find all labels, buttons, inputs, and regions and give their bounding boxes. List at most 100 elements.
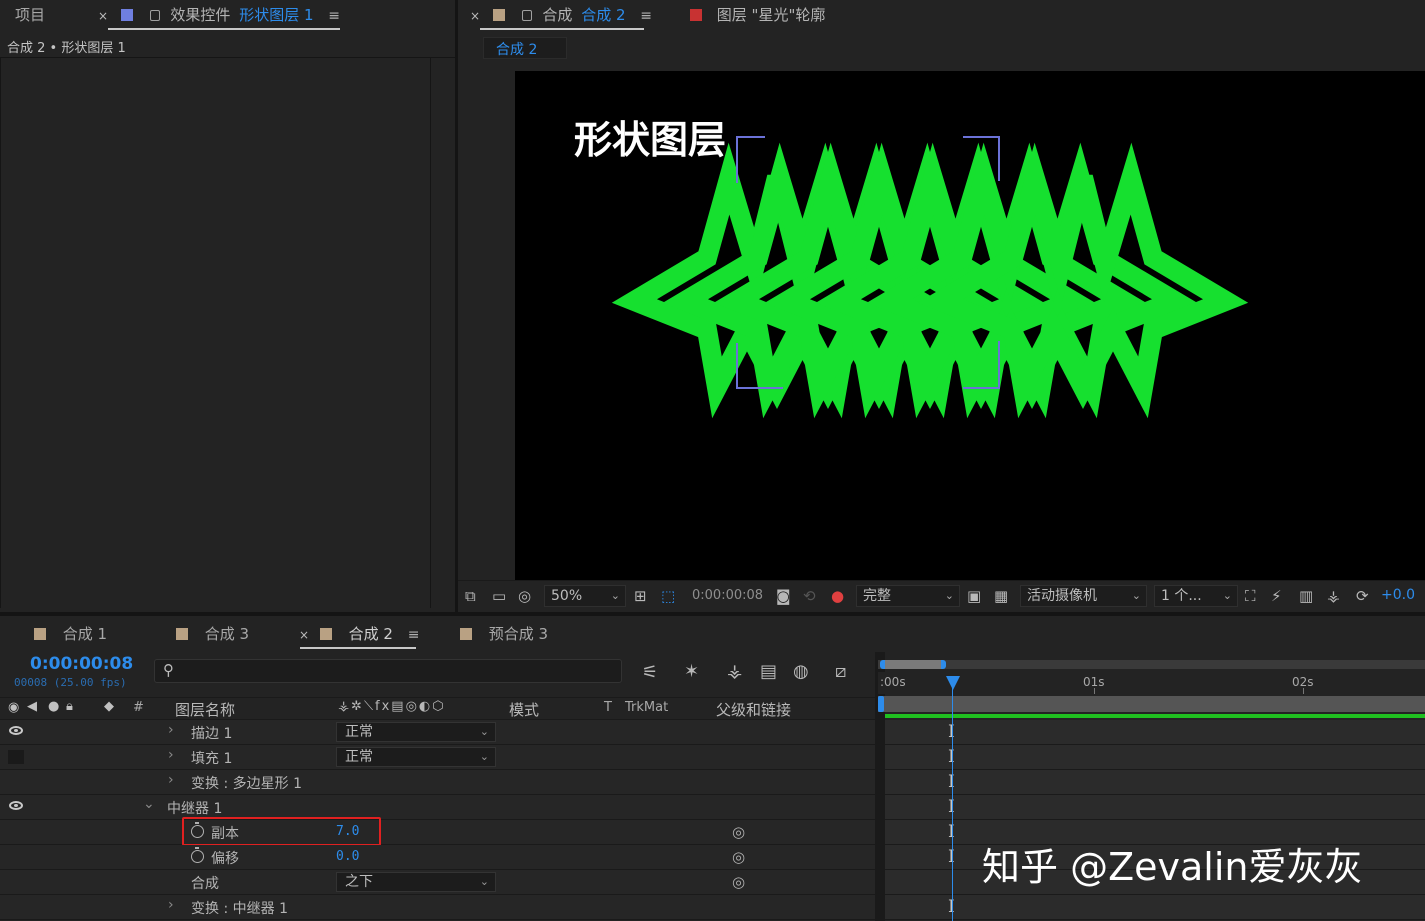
tab-effect-controls[interactable]: × 效果控件 形状图层 1 ≡ xyxy=(98,0,340,30)
eye-column-icon[interactable]: ◉ xyxy=(8,700,19,715)
blend-mode-value: 正常 xyxy=(345,749,373,765)
close-icon[interactable]: × xyxy=(470,9,480,23)
views-select[interactable]: 1 个... ⌄ xyxy=(1154,585,1238,607)
time-ruler[interactable]: :00s 01s 02s xyxy=(878,672,1425,694)
viewer-timecode[interactable]: 0:00:00:08 xyxy=(686,585,766,607)
trkmat-header[interactable]: TrkMat xyxy=(625,700,668,715)
audio-column-icon[interactable]: ◀ xyxy=(27,699,37,714)
chevron-right-icon[interactable]: › xyxy=(168,722,174,738)
navigator-range[interactable] xyxy=(880,660,946,669)
layer-search-input[interactable]: ⚲ xyxy=(154,659,622,683)
lock-icon[interactable] xyxy=(149,10,160,21)
tab-project-label: 项目 xyxy=(15,6,46,24)
motion-blur-icon[interactable]: ◍ xyxy=(793,661,809,682)
layer-duration-bar[interactable] xyxy=(885,714,1425,718)
tab-comp-name: 合成 2 xyxy=(581,6,626,24)
graph-editor-icon[interactable]: ⧄ xyxy=(835,661,846,682)
current-time[interactable]: 0:00:00:08 xyxy=(30,654,133,674)
eye-off-placeholder[interactable] xyxy=(8,750,24,764)
work-area-bar[interactable] xyxy=(878,696,1425,712)
monitor-icon[interactable]: ▭ xyxy=(492,587,506,605)
label-column-icon[interactable]: ◆ xyxy=(104,699,114,714)
mask-icon[interactable]: ◎ xyxy=(518,587,531,605)
property-row-repeater[interactable]: ⌄ 中继器 1 xyxy=(0,795,875,820)
shy-layers-icon[interactable]: ⚶ xyxy=(727,661,742,682)
zoom-value: 50% xyxy=(551,588,583,604)
resolution-select[interactable]: 完整 ⌄ xyxy=(856,585,960,607)
mask-visibility-icon[interactable]: ⬚ xyxy=(661,587,675,605)
close-icon[interactable]: × xyxy=(98,9,108,23)
pick-whip-icon[interactable]: ◎ xyxy=(732,823,745,841)
composition-canvas[interactable]: 形状图层 xyxy=(515,71,1425,580)
tab-comp-3-label: 合成 3 xyxy=(204,625,250,643)
menu-icon[interactable]: ≡ xyxy=(328,8,340,24)
pick-whip-icon[interactable]: ◎ xyxy=(732,848,745,866)
draft-3d-icon[interactable]: ✶ xyxy=(684,661,699,682)
flowchart-icon[interactable]: ⚶ xyxy=(1327,587,1340,605)
tab-composition[interactable]: × 合成 合成 2 ≡ xyxy=(470,0,652,30)
camera-value: 活动摄像机 xyxy=(1027,588,1097,604)
zoom-select[interactable]: 50% ⌄ xyxy=(544,585,626,607)
effects-scrollbar[interactable] xyxy=(430,58,431,608)
offset-value[interactable]: 0.0 xyxy=(336,849,359,864)
tab-comp-1[interactable]: 合成 1 xyxy=(34,619,107,649)
work-area-start[interactable] xyxy=(878,696,884,712)
property-row-stroke[interactable]: › 描边 1 正常 ⌄ xyxy=(0,720,875,745)
property-row-fill[interactable]: › 填充 1 正常 ⌄ xyxy=(0,745,875,770)
watermark: 知乎 @Zevalin爱灰灰 xyxy=(982,845,1363,889)
track-row xyxy=(885,770,1425,795)
layer-name-header[interactable]: 图层名称 xyxy=(175,699,235,720)
camera-icon[interactable]: ◙ xyxy=(776,587,791,605)
property-row-offset[interactable]: 偏移 0.0 ◎ xyxy=(0,845,875,870)
comp-color-icon xyxy=(492,9,505,21)
frame-blending-icon[interactable]: ▤ xyxy=(760,661,777,682)
always-preview-icon[interactable]: ⧉ xyxy=(465,587,476,605)
timeline-icon[interactable]: ▥ xyxy=(1299,587,1313,605)
property-row-composite[interactable]: 合成 之下 ⌄ ◎ xyxy=(0,870,875,895)
reset-exposure-icon[interactable]: ⟳ xyxy=(1356,587,1369,605)
tab-comp-3[interactable]: 合成 3 xyxy=(176,619,249,649)
tab-comp-2[interactable]: × 合成 2 ≡ xyxy=(299,619,419,649)
transparency-grid-icon[interactable]: ▦ xyxy=(994,587,1008,605)
property-row-transform-star[interactable]: › 变换 : 多边星形 1 xyxy=(0,770,875,795)
playhead-line[interactable] xyxy=(952,676,953,921)
channels-icon[interactable]: ● xyxy=(831,587,844,605)
chevron-right-icon[interactable]: › xyxy=(168,747,174,763)
property-row-transform-repeater[interactable]: › 变换 : 中继器 1 xyxy=(0,895,875,920)
eye-icon[interactable] xyxy=(9,726,23,735)
solo-column-icon[interactable]: ● xyxy=(48,699,59,714)
t-header: T xyxy=(604,700,612,715)
exposure-value[interactable]: +0.0 xyxy=(1381,587,1415,603)
roi-icon[interactable]: ▣ xyxy=(967,587,981,605)
blend-mode-select[interactable]: 正常 ⌄ xyxy=(336,747,496,767)
lock-icon[interactable] xyxy=(521,10,532,21)
time-navigator[interactable] xyxy=(878,660,1425,669)
stopwatch-icon[interactable] xyxy=(191,847,204,863)
fast-preview-icon[interactable]: ⚡ xyxy=(1271,587,1282,605)
viewer-subtab[interactable]: 合成 2 xyxy=(483,37,567,59)
comp-flowchart-icon[interactable]: ⚟ xyxy=(642,662,658,683)
menu-icon[interactable]: ≡ xyxy=(408,627,420,643)
composite-select[interactable]: 之下 ⌄ xyxy=(336,872,496,892)
tab-project[interactable]: 项目 xyxy=(15,0,45,30)
eye-icon[interactable] xyxy=(9,801,23,810)
parent-header[interactable]: 父级和链接 xyxy=(716,699,791,720)
playhead-handle[interactable] xyxy=(946,676,960,690)
tab-precomp-3[interactable]: 预合成 3 xyxy=(460,619,548,649)
property-label: 描边 1 xyxy=(191,726,233,742)
chevron-right-icon[interactable]: › xyxy=(168,772,174,788)
mode-header[interactable]: 模式 xyxy=(509,699,539,720)
pick-whip-icon[interactable]: ◎ xyxy=(732,873,745,891)
close-icon[interactable]: × xyxy=(299,628,309,642)
safe-zones-icon[interactable]: ⊞ xyxy=(634,587,647,605)
lock-column-icon[interactable]: 🔒︎ xyxy=(66,699,73,714)
camera-select[interactable]: 活动摄像机 ⌄ xyxy=(1020,585,1147,607)
blend-mode-select[interactable]: 正常 ⌄ xyxy=(336,722,496,742)
chevron-right-icon[interactable]: › xyxy=(168,897,174,913)
snapshot-icon[interactable]: ⟲ xyxy=(803,587,816,605)
chevron-down-icon[interactable]: ⌄ xyxy=(143,796,155,812)
tab-layer[interactable]: 图层 "星光"轮廓 xyxy=(690,0,825,30)
toggle-pixel-aspect-icon[interactable]: ⛶ xyxy=(1245,587,1256,605)
menu-icon[interactable]: ≡ xyxy=(640,8,652,24)
property-row-copies[interactable]: 副本 7.0 ◎ xyxy=(0,817,875,846)
